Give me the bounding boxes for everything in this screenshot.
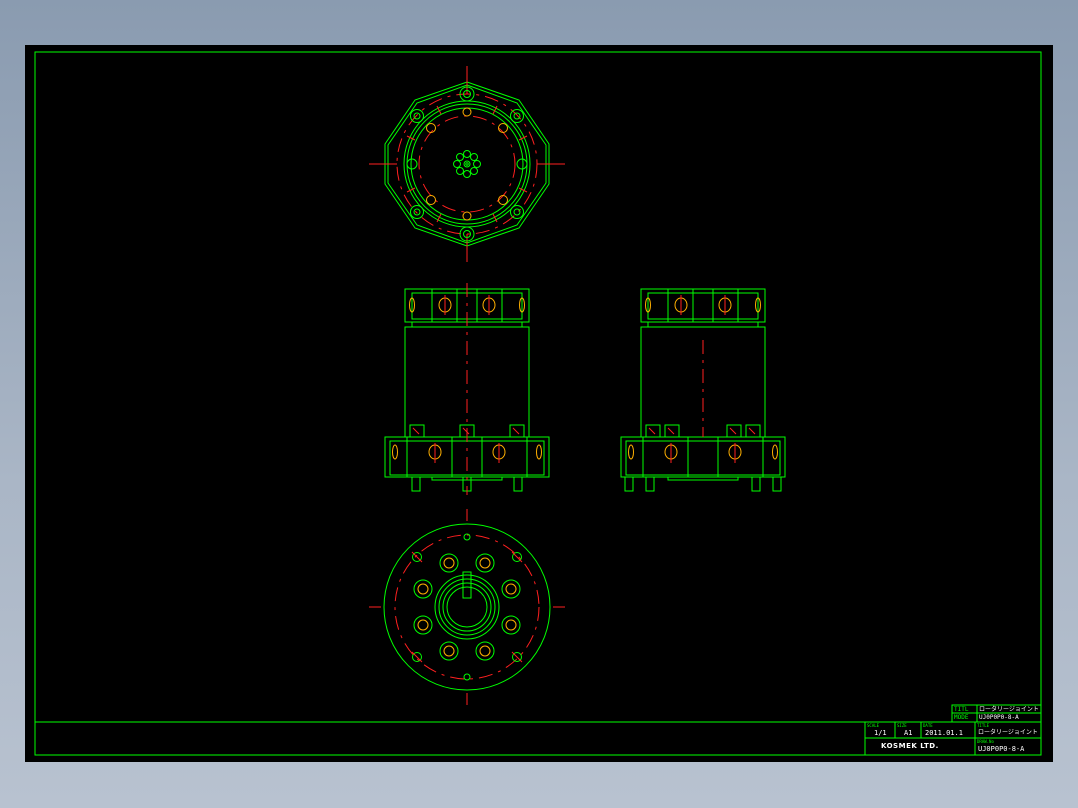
bottom-view [369,509,565,705]
side-view [620,288,786,492]
scale-label: SCALE [867,723,880,728]
date-value: 2011.01.1 [925,729,963,737]
model-value: UJ0P0P0-8-A [979,714,1019,721]
title2-value: ロータリージョイント [978,729,1038,736]
top-view [369,66,565,262]
title-value: ロータリージョイント [979,706,1039,713]
date-label: DATE [923,723,933,728]
title-label: TITL [954,706,969,713]
cad-drawing [34,51,1042,756]
drawno-label: DRAW.No [977,739,994,744]
title2-label: TITLE [977,723,990,728]
front-view [384,283,550,495]
scale-value: 1/1 [874,729,887,737]
size-label: SIZE [897,723,907,728]
company-name: KOSMEK LTD. [881,742,939,750]
model-label: MODE [954,714,969,721]
size-value: A1 [904,729,913,737]
drawno-value: UJ0P0P0-8-A [978,745,1025,753]
drawing-sheet: TITL ロータリージョイント MODE UJ0P0P0-8-A SCALE 1… [25,45,1053,762]
